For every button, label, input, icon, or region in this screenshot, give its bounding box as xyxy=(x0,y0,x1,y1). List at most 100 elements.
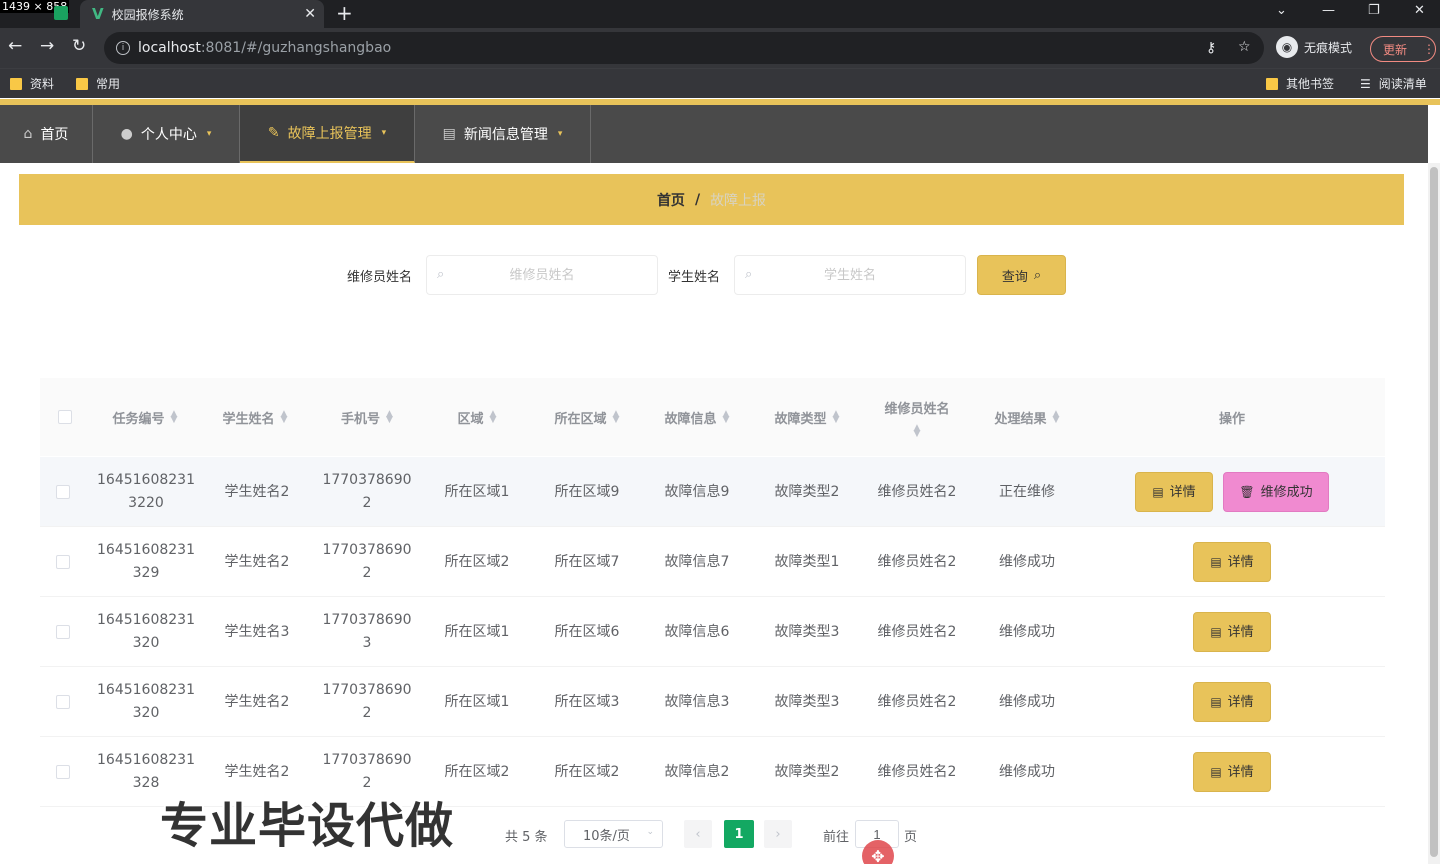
menu-dots-icon[interactable]: ⋮ xyxy=(1423,42,1435,56)
sort-icon[interactable]: ▲ ▼ xyxy=(386,410,393,425)
minimize-icon[interactable]: — xyxy=(1322,3,1335,18)
page-scrollbar[interactable] xyxy=(1428,163,1440,864)
breadcrumb-separator: / xyxy=(694,191,701,208)
extension-icon[interactable] xyxy=(54,6,68,20)
prev-page-button[interactable]: ‹ xyxy=(684,820,712,848)
cell-repairman: 维修员姓名2 xyxy=(877,693,957,710)
cell-fault-info: 故障信息7 xyxy=(664,553,730,570)
table-row[interactable]: 16451608231 329 学生姓名2 1770378690 2 所在区域2 所… xyxy=(40,527,1385,597)
sort-icon[interactable]: ▲ ▼ xyxy=(613,410,620,425)
back-icon[interactable]: ← xyxy=(8,36,22,56)
forward-icon[interactable]: → xyxy=(40,36,54,56)
detail-button[interactable]: ▤ 详情 xyxy=(1193,612,1271,652)
page-suffix: 页 xyxy=(904,830,918,845)
query-button[interactable]: 查询 ⌕ xyxy=(977,255,1066,295)
chevron-down-icon: ▾ xyxy=(206,129,212,139)
next-page-button[interactable]: › xyxy=(764,820,792,848)
repairman-name-field[interactable]: ⌕ xyxy=(426,255,658,295)
chevron-down-icon[interactable]: ⌄ xyxy=(1276,3,1287,18)
col-fault-type[interactable]: 故障类型 ▲ ▼ xyxy=(752,378,862,456)
col-task-id[interactable]: 任务编号 ▲ ▼ xyxy=(90,378,200,456)
scrollbar-thumb[interactable] xyxy=(1430,167,1438,857)
row-checkbox[interactable] xyxy=(56,457,70,527)
browser-tab[interactable]: V 校园报修系统 ✕ xyxy=(80,0,324,28)
sort-icon[interactable]: ▲ ▼ xyxy=(1053,410,1060,425)
bookmark-folder[interactable]: 资料 xyxy=(10,75,54,92)
folder-icon xyxy=(1266,77,1278,90)
chevron-left-icon: ‹ xyxy=(695,826,701,842)
detail-button[interactable]: ▤ 详情 xyxy=(1193,542,1271,582)
sort-icon[interactable]: ▲ ▼ xyxy=(833,410,840,425)
new-tab-icon[interactable]: + xyxy=(336,2,353,24)
search-icon: ⌕ xyxy=(437,267,445,282)
pager-total: 共 5 条 xyxy=(505,830,548,845)
user-icon: ● xyxy=(120,126,133,142)
student-name-field[interactable]: ⌕ xyxy=(734,255,966,295)
document-icon: ▤ xyxy=(1210,694,1222,709)
info-icon[interactable]: i xyxy=(116,41,130,55)
close-icon[interactable]: ✕ xyxy=(304,6,316,22)
nav-item-home[interactable]: ⌂ 首页 xyxy=(0,105,93,163)
edit-icon: ✎ xyxy=(267,125,280,141)
key-icon[interactable]: ⚷ xyxy=(1206,40,1216,56)
home-icon: ⌂ xyxy=(23,126,33,142)
bookmark-folder[interactable]: 常用 xyxy=(76,75,120,92)
address-bar[interactable]: i localhost :8081/#/guzhangshangbao xyxy=(104,32,1264,64)
cell-student: 学生姓名2 xyxy=(224,553,290,570)
sort-icon[interactable]: ▲ ▼ xyxy=(914,423,921,438)
col-phone[interactable]: 手机号 ▲ ▼ xyxy=(312,378,422,456)
sort-icon[interactable]: ▲ ▼ xyxy=(490,410,497,425)
chevron-down-icon: ⌄ xyxy=(646,827,654,837)
cell-phone: 1770378690 2 xyxy=(322,682,412,721)
reading-list[interactable]: ☰ 阅读清单 xyxy=(1360,75,1427,92)
detail-button[interactable]: ▤ 详情 xyxy=(1193,752,1271,792)
row-checkbox[interactable] xyxy=(56,597,70,667)
repair-success-button[interactable]: 🗑 维修成功 xyxy=(1223,472,1329,512)
cell-fault-type: 故障类型2 xyxy=(774,763,840,780)
cell-fault-info: 故障信息6 xyxy=(664,623,730,640)
incognito-indicator[interactable]: ◉ 无痕模式 xyxy=(1276,36,1352,58)
news-icon: ▤ xyxy=(442,126,456,142)
chevron-down-icon: ▾ xyxy=(557,129,563,139)
cell-phone: 1770378690 2 xyxy=(322,542,412,581)
repairman-name-input[interactable] xyxy=(427,256,657,294)
nav-item-profile[interactable]: ● 个人中心 ▾ xyxy=(93,105,240,163)
move-cursor-icon: ✥ xyxy=(862,840,894,864)
col-location[interactable]: 所在区域 ▲ ▼ xyxy=(532,378,642,456)
breadcrumb-home[interactable]: 首页 xyxy=(657,190,685,210)
col-repairman-name[interactable]: 维修员姓名 ▲ ▼ xyxy=(862,378,972,456)
sort-icon[interactable]: ▲ ▼ xyxy=(723,410,730,425)
nav-item-fault-report[interactable]: ✎ 故障上报管理 ▾ xyxy=(240,105,415,163)
col-result[interactable]: 处理结果 ▲ ▼ xyxy=(972,378,1082,456)
nav-item-news[interactable]: ▤ 新闻信息管理 ▾ xyxy=(415,105,591,163)
detail-button[interactable]: ▤ 详情 xyxy=(1193,682,1271,722)
sort-icon[interactable]: ▲ ▼ xyxy=(171,410,178,425)
restore-icon[interactable]: ❐ xyxy=(1368,3,1380,18)
row-checkbox[interactable] xyxy=(56,527,70,597)
other-bookmarks[interactable]: 其他书签 xyxy=(1266,75,1334,92)
sort-icon[interactable]: ▲ ▼ xyxy=(281,410,288,425)
window-close-icon[interactable]: ✕ xyxy=(1414,3,1425,18)
star-icon[interactable]: ☆ xyxy=(1238,39,1251,55)
detail-button[interactable]: ▤ 详情 xyxy=(1135,472,1213,512)
update-button[interactable]: 更新 ⋮ xyxy=(1370,36,1436,62)
row-checkbox[interactable] xyxy=(56,667,70,737)
page-number-current[interactable]: 1 xyxy=(724,820,754,848)
reload-icon[interactable]: ↻ xyxy=(72,36,86,56)
repairman-name-label: 维修员姓名 xyxy=(347,270,413,285)
row-checkbox[interactable] xyxy=(56,737,70,807)
select-all-checkbox[interactable] xyxy=(58,378,72,456)
col-student-name[interactable]: 学生姓名 ▲ ▼ xyxy=(200,378,310,456)
col-fault-info[interactable]: 故障信息 ▲ ▼ xyxy=(642,378,752,456)
col-area[interactable]: 区域 ▲ ▼ xyxy=(422,378,532,456)
bookmark-label: 资料 xyxy=(30,77,55,91)
nav-label: 新闻信息管理 xyxy=(463,127,548,143)
table-row[interactable]: 16451608231 320 学生姓名3 1770378690 3 所在区域1 所… xyxy=(40,597,1385,667)
cell-fault-type: 故障类型3 xyxy=(774,623,840,640)
cell-fault-info: 故障信息3 xyxy=(664,693,730,710)
table-row[interactable]: 16451608231 3220 学生姓名2 1770378690 2 所在区域1 … xyxy=(40,457,1385,527)
table-row[interactable]: 16451608231 320 学生姓名2 1770378690 2 所在区域1 所… xyxy=(40,667,1385,737)
page-size-select[interactable]: 10条/页 ⌄ xyxy=(564,820,663,848)
student-name-input[interactable] xyxy=(735,256,965,294)
tab-title: 校园报修系统 xyxy=(111,7,184,22)
